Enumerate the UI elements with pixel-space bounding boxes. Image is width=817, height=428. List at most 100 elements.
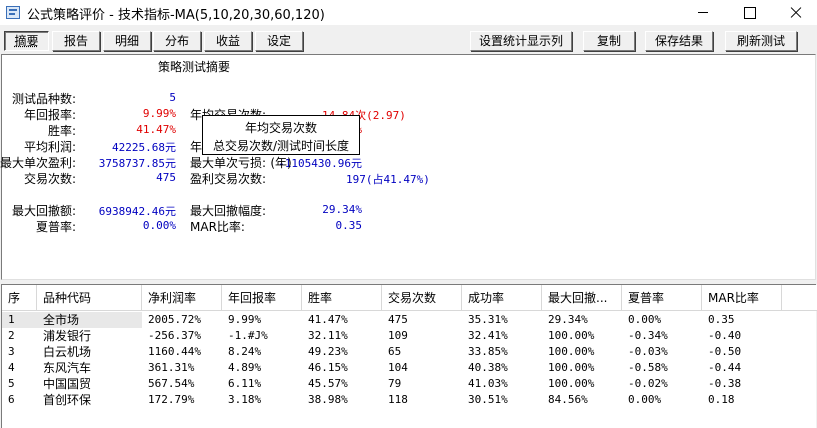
cell-sharpe: -0.58% bbox=[628, 361, 668, 374]
col-header-annual-return[interactable]: 年回报率 bbox=[222, 285, 302, 311]
col-header-win-rate[interactable]: 胜率 bbox=[302, 285, 382, 311]
cell-sharpe: -0.02% bbox=[628, 377, 668, 390]
cell-win-rate: 32.11% bbox=[308, 329, 348, 342]
save-results-button[interactable]: 保存结果 bbox=[645, 31, 713, 51]
cell-annual-return: 3.18% bbox=[228, 393, 262, 406]
mar-value: 0.35 bbox=[335, 219, 363, 232]
refresh-test-button[interactable]: 刷新测试 bbox=[725, 31, 797, 51]
stats-columns-button[interactable]: 设置统计显示列 bbox=[470, 31, 572, 51]
tooltip: 年均交易次数 总交易次数/测试时间长度(年) bbox=[202, 115, 360, 170]
cell-max-drawdown: 100.00% bbox=[548, 361, 595, 374]
maximize-icon[interactable] bbox=[726, 0, 772, 25]
annual-trades-formula-prefix: 年 bbox=[190, 140, 203, 154]
tooltip-body: 总交易次数/测试时间长度(年) bbox=[212, 139, 350, 170]
table-row[interactable]: 2 浦发银行 -256.37% -1.#J% 32.11% 109 32.41% 100.00… bbox=[2, 328, 817, 344]
cell-annual-return: 4.89% bbox=[228, 361, 262, 374]
table-header: 序 品种代码 净利润率 年回报率 胜率 交易次数 成功率 最大回撤... 夏普率… bbox=[2, 285, 817, 311]
cell-code: 白云机场 bbox=[43, 345, 92, 359]
cell-win-rate: 38.98% bbox=[308, 393, 348, 406]
sharpe-value: 0.00% bbox=[142, 219, 176, 232]
tab-summary[interactable]: 摘要 bbox=[4, 31, 49, 51]
summary-panel: 策略测试摘要 测试品种数: 年回报率: 胜率: 平均利润: 最大单次盈利: 交易… bbox=[0, 54, 816, 280]
cell-net-profit: 172.79% bbox=[148, 393, 195, 406]
cell-index: 1 bbox=[2, 312, 37, 328]
tab-summary-label: 摘要 bbox=[14, 34, 39, 48]
cell-success-rate: 33.85% bbox=[468, 345, 508, 358]
cell-success-rate: 30.51% bbox=[468, 393, 508, 406]
cell-sharpe: 0.00% bbox=[628, 313, 662, 326]
annual-return-value: 9.99% bbox=[142, 107, 176, 120]
cell-trade-count: 475 bbox=[388, 313, 408, 326]
max-single-profit-label: 最大单次盈利: bbox=[0, 156, 76, 170]
table-row[interactable]: 5 中国国贸 567.54% 6.11% 45.57% 79 41.03% 100.00% -0… bbox=[2, 376, 817, 392]
max-drawdown-pct-value: 29.34% bbox=[322, 203, 362, 216]
col-header-sharpe[interactable]: 夏普率 bbox=[622, 285, 702, 311]
cell-annual-return: 6.11% bbox=[228, 377, 262, 390]
tab-settings[interactable]: 设定 bbox=[255, 31, 303, 51]
col-header-success-rate[interactable]: 成功率 bbox=[462, 285, 542, 311]
app-icon bbox=[6, 6, 20, 19]
cell-trade-count: 104 bbox=[388, 361, 408, 374]
cell-net-profit: 1160.44% bbox=[148, 345, 201, 358]
cell-code: 全市场 bbox=[37, 312, 142, 328]
cell-index: 5 bbox=[8, 377, 15, 390]
tab-details[interactable]: 明细 bbox=[103, 31, 151, 51]
cell-index: 2 bbox=[8, 329, 15, 342]
tooltip-title: 年均交易次数 bbox=[244, 121, 317, 135]
cell-trade-count: 79 bbox=[388, 377, 402, 390]
cell-max-drawdown: 29.34% bbox=[548, 313, 588, 326]
col-header-trade-count[interactable]: 交易次数 bbox=[382, 285, 462, 311]
cell-win-rate: 46.15% bbox=[308, 361, 348, 374]
win-rate-value: 41.47% bbox=[136, 123, 176, 136]
close-icon[interactable] bbox=[772, 0, 817, 25]
cell-mar: -0.38 bbox=[708, 377, 742, 390]
cell-max-drawdown: 84.56% bbox=[548, 393, 588, 406]
cell-success-rate: 41.03% bbox=[468, 377, 508, 390]
col-header-code[interactable]: 品种代码 bbox=[37, 285, 142, 311]
summary-title: 策略测试摘要 bbox=[158, 60, 231, 74]
tab-report[interactable]: 报告 bbox=[52, 31, 100, 51]
tab-income[interactable]: 收益 bbox=[204, 31, 252, 51]
cell-mar: 0.18 bbox=[708, 393, 735, 406]
cell-win-rate: 45.57% bbox=[308, 377, 348, 390]
cell-code: 东风汽车 bbox=[43, 361, 92, 375]
max-drawdown-amount-value: 6938942.46元 bbox=[98, 205, 176, 218]
max-drawdown-amount-label: 最大回撤额: bbox=[11, 204, 76, 218]
cell-code: 中国国贸 bbox=[43, 377, 92, 391]
copy-button[interactable]: 复制 bbox=[583, 31, 635, 51]
cell-net-profit: -256.37% bbox=[148, 329, 201, 342]
max-single-profit-value: 3758737.85元 bbox=[98, 157, 176, 170]
cell-annual-return: -1.#J% bbox=[228, 329, 268, 342]
cell-mar: -0.50 bbox=[708, 345, 742, 358]
table-row[interactable]: 3 白云机场 1160.44% 8.24% 49.23% 65 33.85% 100.00% -… bbox=[2, 344, 817, 360]
win-rate-label: 胜率: bbox=[47, 124, 76, 138]
cell-trade-count: 118 bbox=[388, 393, 408, 406]
cell-mar: -0.40 bbox=[708, 329, 742, 342]
cell-sharpe: -0.34% bbox=[628, 329, 668, 342]
cell-trade-count: 65 bbox=[388, 345, 402, 358]
cell-win-rate: 41.47% bbox=[308, 313, 348, 326]
window-title: 公式策略评价 - 技术指标-MA(5,10,20,30,60,120) bbox=[27, 8, 325, 23]
minimize-icon[interactable] bbox=[680, 0, 726, 25]
mar-label: MAR比率: bbox=[190, 220, 245, 234]
col-header-index[interactable]: 序 bbox=[2, 285, 37, 311]
table-row[interactable]: 6 首创环保 172.79% 3.18% 38.98% 118 30.51% 84.56% 0.… bbox=[2, 392, 817, 408]
table-row[interactable]: 4 东风汽车 361.31% 4.89% 46.15% 104 40.38% 100.00% -… bbox=[2, 360, 817, 376]
cell-success-rate: 40.38% bbox=[468, 361, 508, 374]
col-header-net-profit[interactable]: 净利润率 bbox=[142, 285, 222, 311]
table-row[interactable]: 1 全市场 2005.72% 9.99% 41.47% 475 35.31% 29.34% 0.… bbox=[2, 312, 817, 328]
trade-count-value: 475 bbox=[156, 171, 176, 184]
title-bar: 公式策略评价 - 技术指标-MA(5,10,20,30,60,120) bbox=[0, 0, 817, 25]
annual-trades-extra: (2.97) bbox=[366, 109, 406, 122]
cell-net-profit: 567.54% bbox=[148, 377, 195, 390]
col-header-max-drawdown[interactable]: 最大回撤... bbox=[542, 285, 622, 311]
cell-sharpe: 0.00% bbox=[628, 393, 662, 406]
cell-max-drawdown: 100.00% bbox=[548, 345, 595, 358]
cell-max-drawdown: 100.00% bbox=[548, 329, 595, 342]
cell-index: 4 bbox=[8, 361, 15, 374]
cell-net-profit: 2005.72% bbox=[148, 313, 201, 326]
tab-distribution[interactable]: 分布 bbox=[153, 31, 201, 51]
annual-return-label: 年回报率: bbox=[23, 108, 76, 122]
col-header-mar[interactable]: MAR比率 bbox=[702, 285, 782, 311]
cell-index: 6 bbox=[8, 393, 15, 406]
